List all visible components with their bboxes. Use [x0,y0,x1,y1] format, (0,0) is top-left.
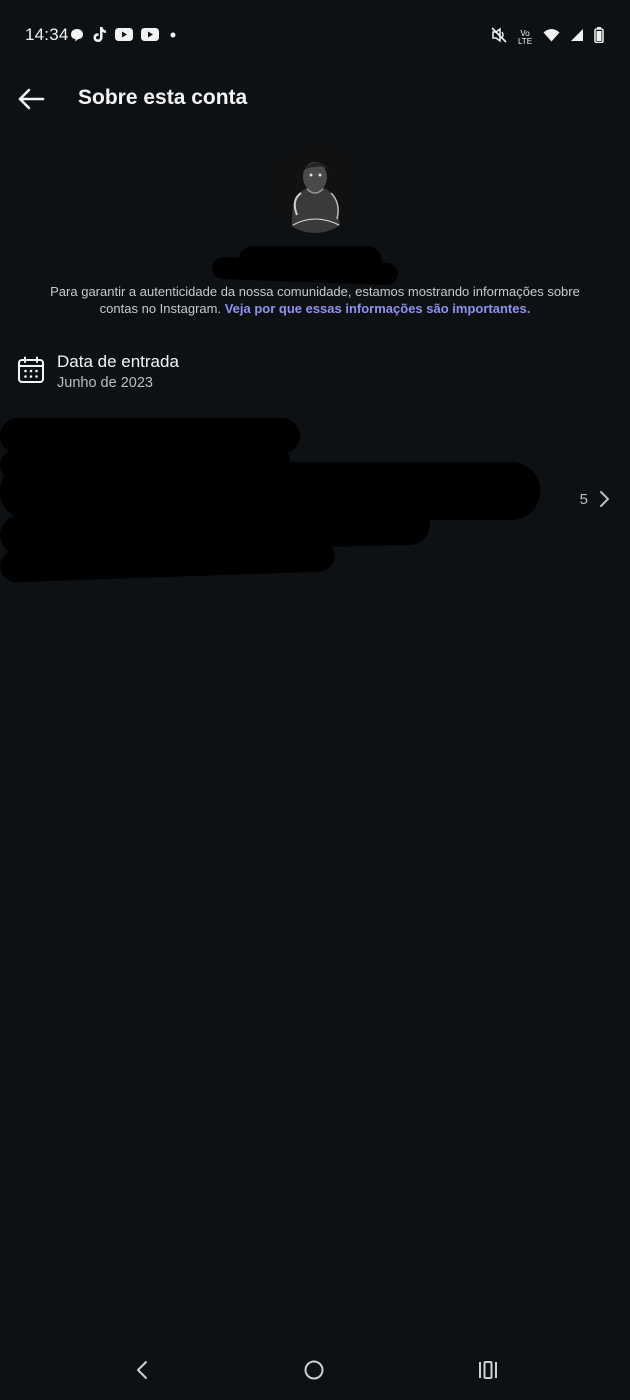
nav-home-icon [304,1360,324,1380]
tiktok-icon [92,26,107,48]
back-button[interactable] [14,84,48,114]
date-joined-row: Data de entrada Junho de 2023 [0,340,630,402]
nav-recents-icon [479,1361,497,1379]
arrow-left-icon [18,88,45,110]
nav-home-button[interactable] [298,1354,330,1386]
volte-label-bottom: LTE [517,36,533,46]
avatar [271,145,359,233]
row-count: 5 [579,491,588,508]
status-time: 14:34 [25,25,69,44]
youtube-icon [141,28,159,46]
screen: 14:34 Vo LTE Sobre esta conta Para garan… [0,0,630,1400]
status-notification-icons [70,26,179,48]
nav-recents-button[interactable] [472,1354,504,1386]
youtube-icon [115,28,133,46]
info-text: Para garantir a autenticidade da nossa c… [40,283,590,317]
calendar-icon [18,356,44,383]
dot-icon [167,28,179,46]
status-bar: 14:34 Vo LTE [0,0,630,72]
chevron-right-icon [600,491,609,507]
info-link[interactable]: Veja por que essas informações são impor… [225,301,531,316]
signal-icon [570,28,584,47]
nav-back-icon [137,1361,147,1379]
battery-icon [594,27,604,48]
avatar-photo [271,145,359,233]
page-title: Sobre esta conta [78,86,248,109]
volte-icon: Vo LTE [517,29,533,46]
app-bar: Sobre esta conta [0,72,630,128]
wifi-icon [543,28,560,47]
vibrate-mute-icon [491,27,507,48]
nav-back-button[interactable] [126,1354,158,1386]
date-joined-value: Junho de 2023 [57,375,153,391]
threads-icon [70,28,84,47]
date-joined-label: Data de entrada [57,352,179,371]
status-system-icons: Vo LTE [491,27,604,48]
former-usernames-row[interactable]: 5 [0,470,630,530]
system-nav-bar [0,1340,630,1400]
